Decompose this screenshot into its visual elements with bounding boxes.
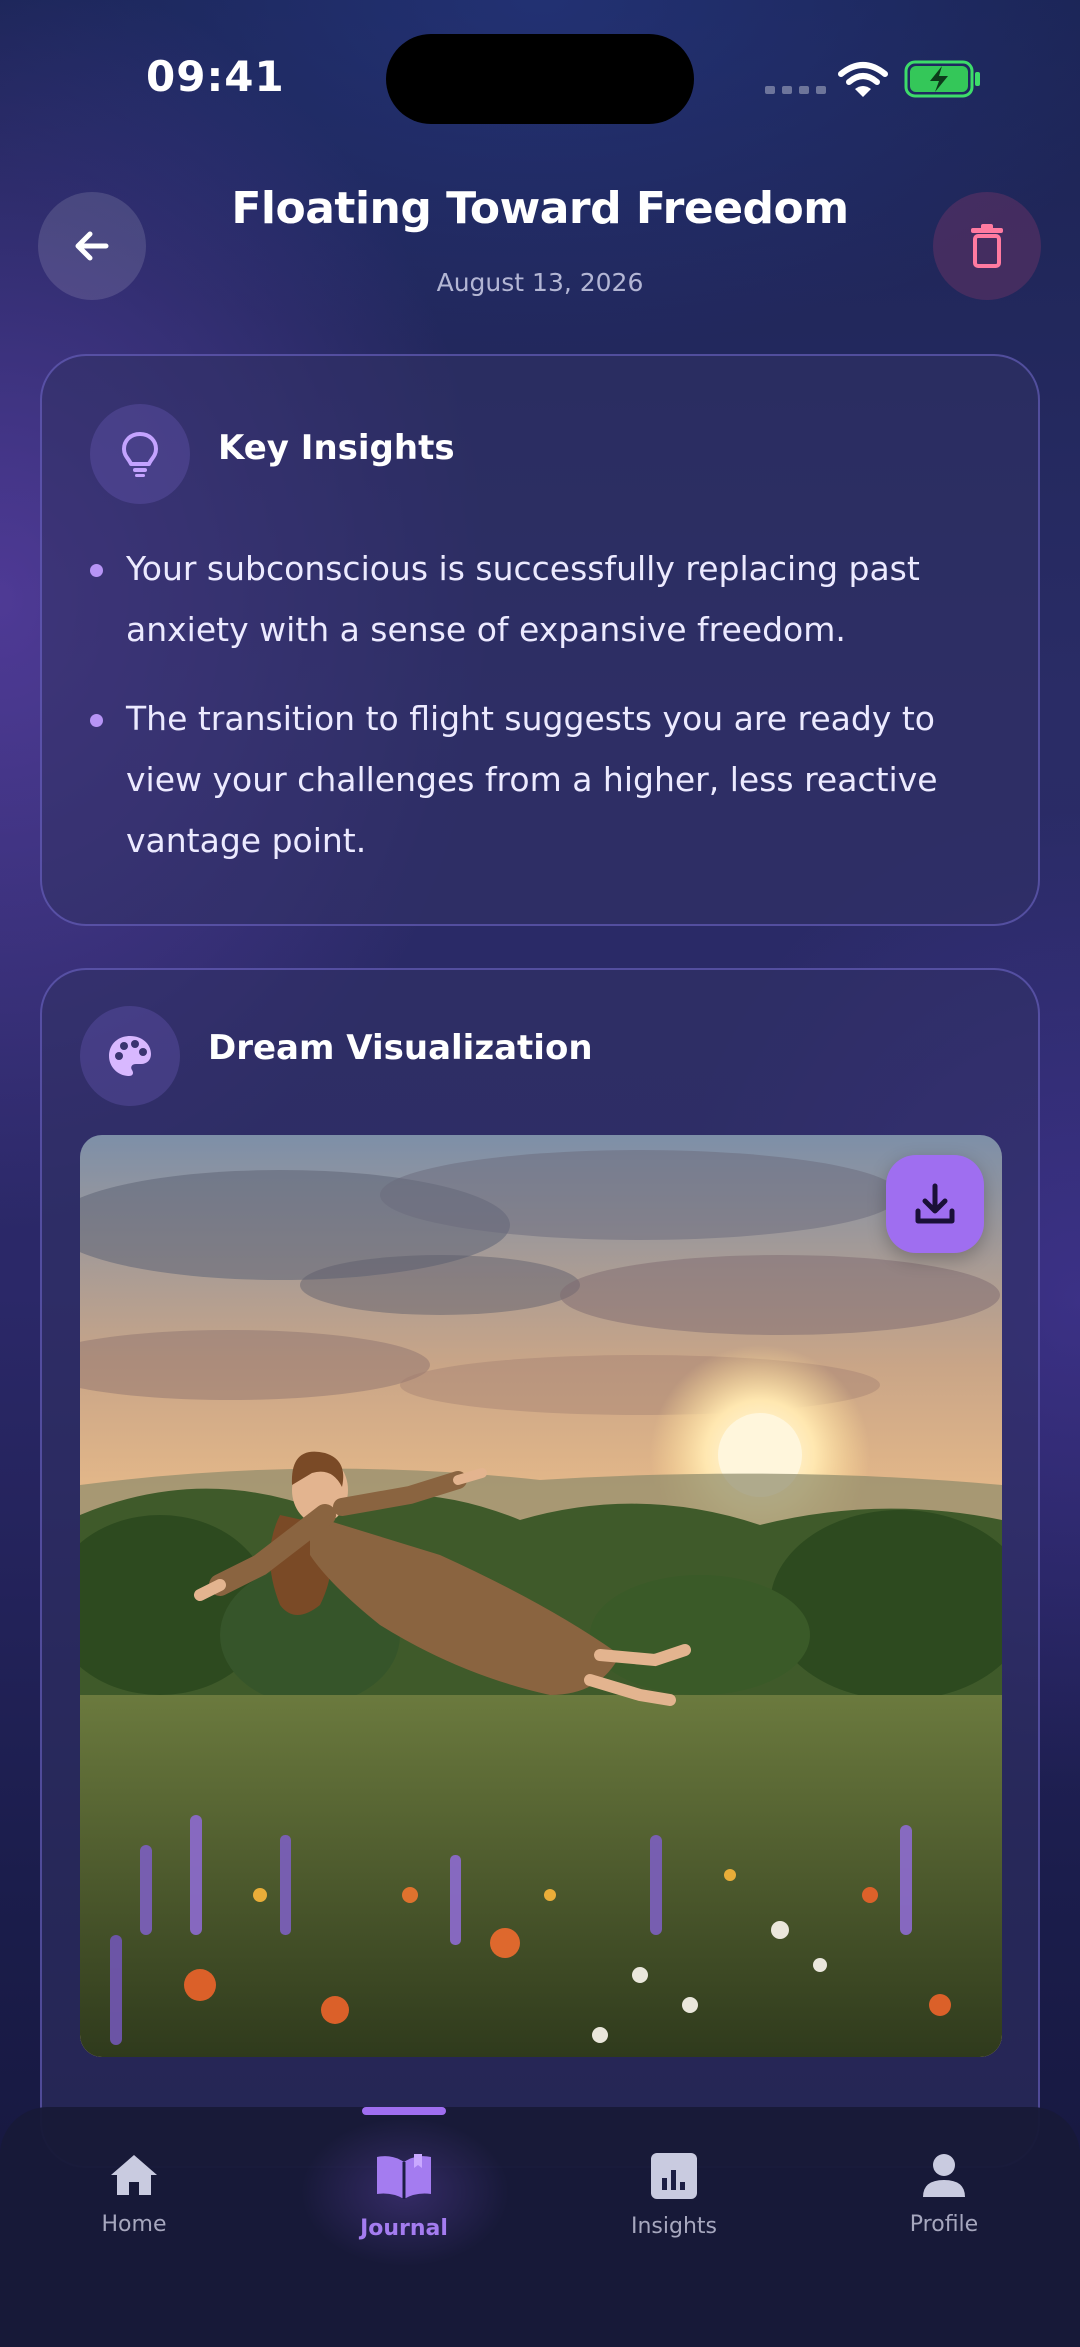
- insights-title: Key Insights: [218, 428, 455, 468]
- download-button[interactable]: [886, 1155, 984, 1253]
- wifi-icon: [838, 62, 888, 97]
- nav-item-journal[interactable]: Journal: [304, 2152, 504, 2241]
- palette-icon: [109, 1036, 151, 1076]
- nav-item-insights[interactable]: Insights: [574, 2152, 774, 2239]
- dynamic-island: [386, 34, 694, 124]
- back-button[interactable]: [38, 192, 146, 300]
- cellular-signal-icon: [765, 86, 826, 94]
- nav-item-profile[interactable]: Profile: [844, 2152, 1044, 2237]
- user-icon: [923, 2154, 965, 2197]
- nav-item-home[interactable]: Home: [34, 2152, 234, 2237]
- dream-image: [80, 1135, 1002, 2057]
- active-tab-indicator: [362, 2107, 446, 2115]
- insights-icon-badge: [90, 404, 190, 504]
- nav-label-journal: Journal: [360, 2216, 448, 2241]
- dream-visualization-card: Dream Visualization: [40, 968, 1040, 2168]
- bar-chart-icon: [651, 2153, 697, 2199]
- bottom-navigation: Home Journal Insights Profile: [0, 2107, 1080, 2347]
- bullet-dot: [90, 564, 103, 577]
- insights-list: Your subconscious is successfully replac…: [90, 538, 1010, 899]
- book-open-icon: [377, 2154, 431, 2199]
- nav-label-profile: Profile: [909, 2212, 979, 2237]
- status-bar: 09:41: [0, 0, 1080, 150]
- download-icon: [915, 1183, 955, 1224]
- visualization-icon-badge: [80, 1006, 180, 1106]
- status-time: 09:41: [146, 52, 285, 101]
- home-icon: [111, 2155, 157, 2195]
- lightbulb-icon: [122, 432, 158, 477]
- nav-label-insights: Insights: [630, 2214, 717, 2239]
- battery-charging-icon: [904, 60, 980, 98]
- list-item: The transition to flight suggests you ar…: [90, 688, 1010, 871]
- trash-icon: [971, 224, 1003, 268]
- insight-text: Your subconscious is successfully replac…: [126, 549, 920, 649]
- bullet-dot: [90, 714, 103, 727]
- arrow-left-icon: [75, 231, 109, 261]
- insight-text: The transition to flight suggests you ar…: [126, 699, 938, 860]
- page-title: Floating Toward Freedom: [231, 183, 849, 234]
- key-insights-card: Key Insights Your subconscious is succes…: [40, 354, 1040, 926]
- nav-label-home: Home: [101, 2212, 167, 2237]
- visualization-title: Dream Visualization: [208, 1028, 593, 1068]
- delete-button[interactable]: [933, 192, 1041, 300]
- list-item: Your subconscious is successfully replac…: [90, 538, 1010, 660]
- dream-illustration: [80, 1135, 1002, 2057]
- entry-date: August 13, 2026: [436, 268, 644, 297]
